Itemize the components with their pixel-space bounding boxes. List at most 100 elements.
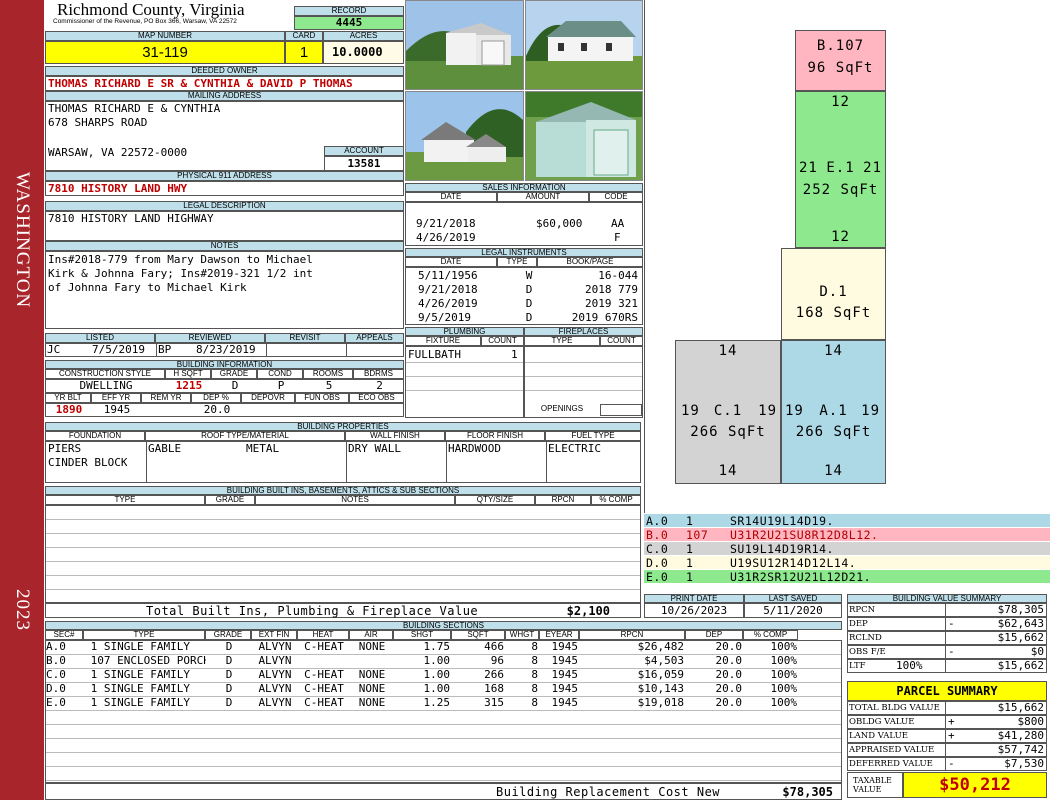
section-cell: 100%	[770, 696, 798, 709]
sketch-area-d[interactable]: D.1 168 SqFt	[781, 248, 886, 340]
divider	[945, 716, 946, 728]
sketch-area-b[interactable]: B.107 96 SqFt	[795, 30, 886, 91]
section-cell: D	[225, 682, 233, 695]
legal-description-text: 7810 HISTORY LAND HIGHWAY	[48, 212, 214, 225]
summary-row: OBLDG VALUE + $800	[847, 715, 1047, 729]
depreciation-pct: 20.0	[203, 403, 231, 416]
instr-col-bookpage: BOOK/PAGE	[537, 257, 643, 267]
built-ins-label: BUILDING BUILT INS, BASEMENTS, ATTICS & …	[45, 486, 641, 495]
summary-value: $15,662	[997, 631, 1044, 644]
section-cell: ALVYN	[258, 682, 292, 695]
dim-bottom: 12	[831, 229, 850, 245]
building-sketch[interactable]: B.107 96 SqFt 12 E.1 21 21 252 SqFt 12 D…	[644, 0, 1050, 513]
section-cell: 315	[484, 696, 504, 709]
summary-label: APPRAISED VALUE	[849, 745, 935, 755]
section-cell: 100%	[770, 668, 798, 681]
props-values: PIERS CINDER BLOCK GABLE METAL DRY WALL …	[45, 441, 641, 483]
map-number: 31-119	[45, 41, 285, 64]
area-sqft: 266 SqFt	[795, 424, 872, 440]
section-cell: D	[225, 668, 233, 681]
sales-col-date: DATE	[405, 192, 497, 202]
divider	[266, 344, 267, 356]
builtins-col: TYPE	[45, 495, 205, 505]
photo-house-side[interactable]	[525, 0, 643, 90]
section-cell: 100%	[770, 654, 798, 667]
construction-style: DWELLING	[79, 379, 133, 392]
instr-type: D	[525, 297, 533, 310]
fireplaces-table: OPENINGS	[524, 346, 643, 418]
district-name: WASHINGTON	[12, 171, 33, 309]
instrument-row: 5/11/1956 W 16-044	[418, 269, 638, 283]
section-cell: ALVYN	[258, 696, 292, 709]
dim-top: 14	[718, 343, 738, 359]
instr-date: 4/26/2019	[418, 297, 478, 310]
section-cell: NONE	[358, 640, 386, 653]
bi-col: ECO OBS	[349, 393, 404, 403]
builtins-col: RPCN	[535, 495, 591, 505]
print-date: 10/26/2023	[644, 603, 744, 618]
plumbing-count: 1	[511, 348, 518, 361]
section-row: D.0 1 SINGLE FAMILY D ALVYN C-HEAT NONE 1.00 1…	[46, 682, 843, 696]
sketch-area-c[interactable]: 14 19 C.1 19 266 SqFt 14	[675, 340, 781, 484]
summary-label: OBS F/E	[849, 647, 886, 657]
section-cell: 8	[531, 654, 538, 667]
bi-col: DEPOVR	[241, 393, 295, 403]
summary-op: -	[948, 757, 955, 770]
notes-box: Ins#2018-779 from Mary Dawson to Michael…	[45, 251, 404, 329]
props-header: FOUNDATION ROOF TYPE/MATERIAL WALL FINIS…	[45, 431, 641, 441]
sections-col: EXT FIN	[251, 630, 297, 640]
bi-col: BDRMS	[353, 369, 404, 379]
instr-type: D	[525, 283, 533, 296]
section-cell: 100%	[770, 682, 798, 695]
builtins-table	[45, 505, 641, 603]
plumbing-table: FULLBATH 1	[405, 346, 524, 418]
section-cell: 1.25	[423, 696, 451, 709]
summary-op: +	[948, 729, 955, 742]
section-cell: NONE	[358, 682, 386, 695]
section-cell: 1 SINGLE FAMILY	[84, 696, 190, 709]
bi-row2: 1890 1945 20.0	[45, 403, 404, 417]
divider	[446, 442, 447, 482]
instr-bookpage: 2019 321	[585, 297, 638, 310]
photo-house-rear[interactable]	[405, 91, 524, 181]
sketch-area-e[interactable]: 12 E.1 21 21 252 SqFt 12	[795, 91, 886, 248]
sections-col: EYEAR	[539, 630, 579, 640]
bi-col: GRADE	[211, 369, 257, 379]
instr-type: D	[525, 311, 533, 324]
instr-bookpage: 2018 779	[585, 283, 638, 296]
sketch-area-a[interactable]: 14 19 A.1 19 266 SqFt 14	[781, 340, 886, 484]
section-cell	[298, 654, 350, 668]
deeded-owner-label: DEEDED OWNER	[45, 66, 404, 76]
section-cell: D.0	[46, 682, 66, 695]
summary-value: $800	[1017, 715, 1045, 728]
physical-address-label: PHYSICAL 911 ADDRESS	[45, 171, 404, 181]
section-cell: 8	[531, 696, 538, 709]
photo-garage-door[interactable]	[525, 91, 643, 181]
floor-finish: HARDWOOD	[448, 442, 501, 455]
summary-row: RCLND $15,662	[847, 631, 1047, 645]
sale-code: F	[614, 231, 621, 244]
divider	[945, 730, 946, 742]
wall-finish: DRY WALL	[348, 442, 401, 455]
builtins-total-value: $2,100	[566, 604, 610, 618]
legend-row: B.0 107 U31R2U21SU8R12D8L12.	[644, 528, 1050, 542]
parcel-summary: TOTAL BLDG VALUE $15,662 OBLDG VALUE + $800 L…	[847, 701, 1047, 771]
taxable-value: $50,212	[903, 772, 1047, 798]
builtins-header: TYPE GRADE NOTES QTY/SIZE RPCN % COMP	[45, 495, 641, 505]
effective-year: 1945	[103, 403, 131, 416]
section-cell: $10,143	[637, 682, 684, 695]
summary-row: LAND VALUE + $41,280	[847, 729, 1047, 743]
summary-label: LTF	[849, 661, 866, 671]
deeded-owner: THOMAS RICHARD E SR & CYNTHIA & DAVID P …	[45, 76, 404, 91]
sales-col-code: CODE	[589, 192, 643, 202]
legend-path: U31R2SR12U21L12D21.	[730, 570, 872, 584]
summary-value: $41,280	[997, 729, 1044, 742]
divider	[406, 376, 523, 377]
roof-type: GABLE	[148, 442, 182, 455]
photo-garage-front[interactable]	[405, 0, 524, 90]
note-line: of Johnna Fary to Michael Kirk	[48, 281, 247, 294]
instruments-table: 5/11/1956 W 16-044 9/21/2018 D 2018 779 4/26…	[405, 267, 643, 325]
sections-header: SEC# TYPE GRADE EXT FIN HEAT AIR SHGT SQFT WHGT E…	[45, 630, 842, 640]
appeals-label: APPEALS	[345, 333, 404, 343]
section-cell: 1.75	[423, 640, 451, 653]
